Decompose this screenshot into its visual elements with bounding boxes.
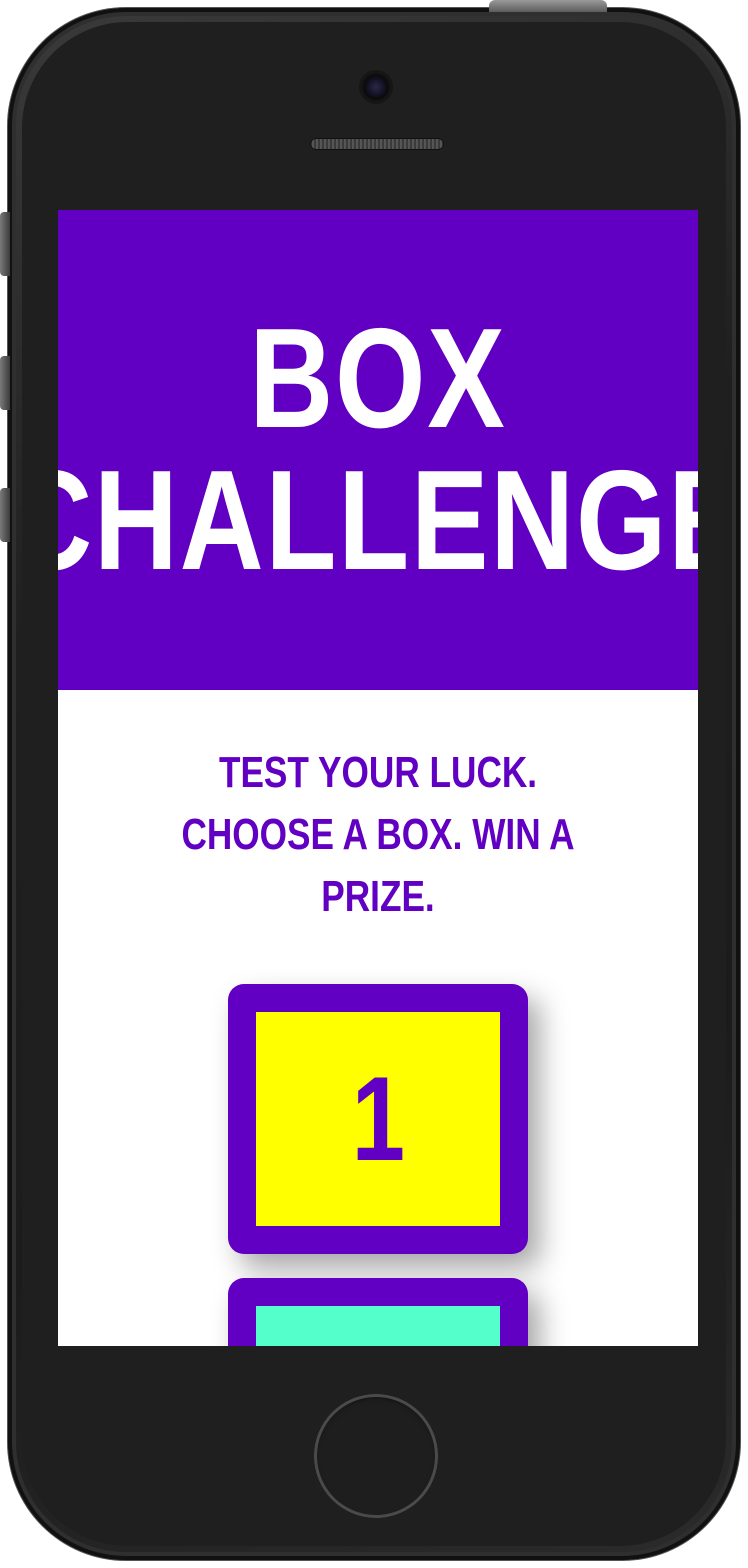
- home-button[interactable]: [314, 1394, 438, 1518]
- app-title-line-2: CHALLENGE: [58, 441, 698, 600]
- volume-up-button: [0, 356, 10, 410]
- hero-banner: BOX CHALLENGE: [58, 210, 698, 690]
- box-1-number: 1: [351, 1052, 405, 1186]
- box-1-button[interactable]: 1: [228, 984, 528, 1254]
- mute-switch: [0, 212, 10, 276]
- earpiece-speaker: [310, 138, 444, 150]
- front-camera-icon: [361, 72, 391, 102]
- volume-down-button: [0, 488, 10, 542]
- app-screen: BOX CHALLENGE Test your luck. Choose a b…: [58, 210, 698, 1346]
- power-button: [489, 0, 607, 12]
- box-2-face: 2: [256, 1306, 500, 1346]
- box-2-button[interactable]: 2: [228, 1278, 528, 1346]
- tagline: Test your luck. Choose a box. Win a priz…: [181, 748, 575, 921]
- box-1-face: 1: [256, 1012, 500, 1226]
- app-title-line-1: BOX: [249, 299, 507, 458]
